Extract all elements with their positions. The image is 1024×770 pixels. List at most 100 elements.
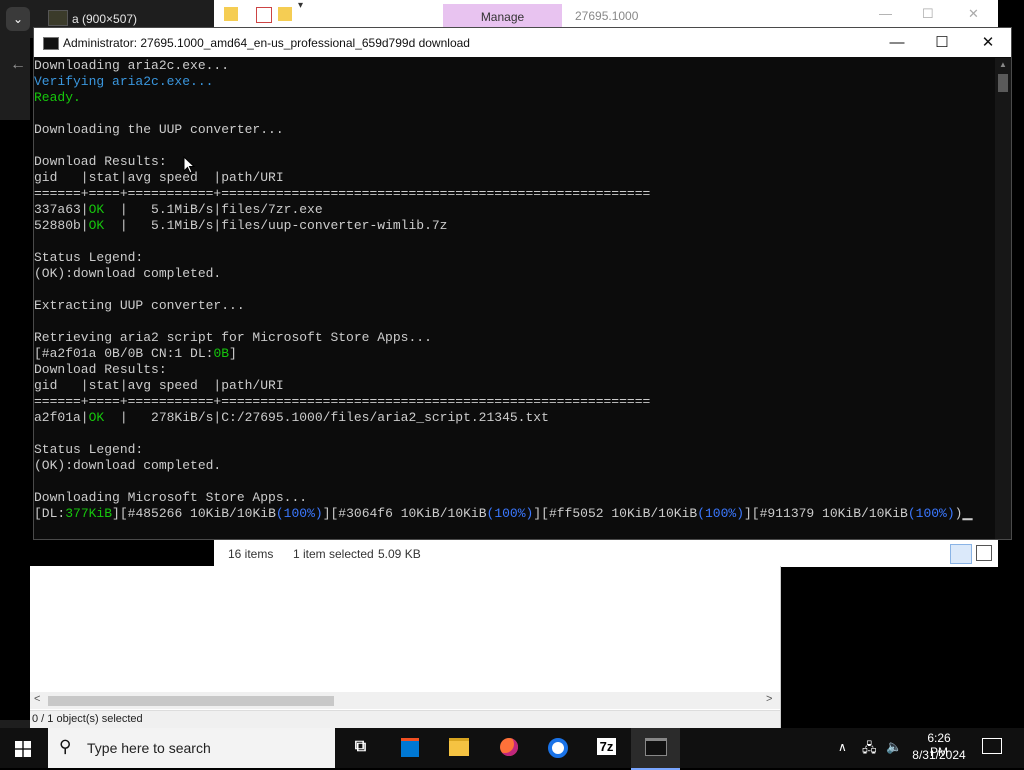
- scroll-right-icon[interactable]: >: [766, 693, 772, 705]
- tab-favicon-icon: [48, 10, 68, 26]
- minimize-button[interactable]: —: [874, 28, 920, 57]
- network-icon[interactable]: 🖧: [862, 739, 877, 761]
- console-line: Retrieving aria2 script for Microsoft St…: [34, 330, 994, 346]
- console-text: (100%): [486, 506, 534, 521]
- items-selected: 1 item selected: [293, 547, 374, 561]
- console-line: gid |stat|avg speed |path/URI: [34, 378, 994, 394]
- console-line: Downloading aria2c.exe...: [34, 58, 994, 74]
- explorer-maximize-icon[interactable]: ☐: [922, 6, 934, 22]
- store-button[interactable]: [385, 728, 434, 768]
- command-prompt-window[interactable]: Administrator: 27695.1000_amd64_en-us_pr…: [33, 27, 1012, 540]
- clock-date[interactable]: 8/31/2024: [912, 748, 966, 762]
- maximize-button[interactable]: ☐: [919, 28, 965, 57]
- scrollbar-thumb[interactable]: [998, 74, 1008, 92]
- close-button[interactable]: ✕: [965, 28, 1011, 57]
- mouse-pointer-icon: [183, 156, 195, 174]
- console-line: Verifying aria2c.exe...: [34, 74, 994, 90]
- console-text: ][: [322, 506, 339, 521]
- console-text: #485266 10KiB/10KiB: [127, 506, 276, 521]
- large-icons-view-icon[interactable]: [976, 545, 992, 561]
- browser-content-area: [0, 120, 30, 720]
- console-text: (100%): [907, 506, 955, 521]
- console-line: [DL:377KiB][#485266 10KiB/10KiB(100%)][#…: [34, 506, 994, 522]
- chrome-button[interactable]: [533, 728, 582, 768]
- cmd-icon: [644, 738, 667, 761]
- console-line: 337a63|OK | 5.1MiB/s|files/7zr.exe: [34, 202, 994, 218]
- show-hidden-icons-icon[interactable]: ∧: [838, 740, 847, 754]
- console-text: Status Legend:: [34, 442, 144, 457]
- console-text: (100%): [275, 506, 323, 521]
- console-text: ======+====+===========+================…: [34, 186, 651, 201]
- quick-access-dropdown-icon[interactable]: ▾: [298, 0, 303, 11]
- console-text: #ff5052 10KiB/10KiB: [548, 506, 698, 521]
- console-text: ][: [112, 506, 128, 521]
- start-button[interactable]: [0, 728, 48, 768]
- explorer-close-icon[interactable]: ✕: [968, 6, 979, 22]
- notifications-icon[interactable]: [982, 738, 1002, 754]
- console-text: #911379 10KiB/10KiB: [759, 506, 908, 521]
- console-text: | 5.1MiB/s|files/7zr.exe: [104, 202, 323, 217]
- cmd-titlebar[interactable]: Administrator: 27695.1000_amd64_en-us_pr…: [34, 28, 1011, 57]
- console-line: Download Results:: [34, 154, 994, 170]
- console-text: a2f01a|: [34, 410, 89, 425]
- console-text: 377KiB: [65, 506, 113, 521]
- console-text: Status Legend:: [34, 250, 144, 265]
- console-text: 0B: [213, 346, 230, 361]
- folder-icon[interactable]: [224, 7, 238, 21]
- tab-list-button[interactable]: ⌄: [6, 7, 30, 31]
- firefox-icon: [499, 738, 518, 761]
- console-text: Verifying aria2c.exe...: [34, 74, 214, 89]
- browser-sidebar: ⌄ ←: [0, 0, 30, 728]
- volume-muted-icon[interactable]: 🔈: [886, 739, 902, 755]
- console-line: Ready.: [34, 90, 994, 106]
- tab-title: a (900×507): [72, 12, 138, 26]
- selected-size: 5.09 KB: [378, 547, 421, 561]
- console-text: 52880b|: [34, 218, 89, 233]
- console-output[interactable]: Downloading aria2c.exe... Verifying aria2…: [34, 58, 994, 536]
- taskbar-search-box[interactable]: ⚲ Type here to search: [48, 728, 335, 768]
- console-text: OK: [88, 218, 105, 233]
- sevenzip-button[interactable]: 7z: [582, 728, 631, 768]
- cmd-taskbar-button[interactable]: [631, 728, 680, 770]
- explorer-minimize-icon[interactable]: —: [879, 6, 892, 21]
- vertical-scrollbar[interactable]: ▲: [995, 58, 1011, 539]
- scrollbar-thumb[interactable]: [48, 696, 334, 706]
- horizontal-scrollbar[interactable]: < >: [30, 692, 780, 709]
- back-arrow-icon[interactable]: ←: [10, 56, 26, 74]
- console-text: (100%): [697, 506, 744, 521]
- console-text: Extracting UUP converter...: [34, 298, 245, 313]
- properties-icon[interactable]: [256, 7, 272, 23]
- console-line: (OK):download completed.: [34, 266, 994, 282]
- task-view-button[interactable]: ⧉: [336, 728, 385, 768]
- console-line: gid |stat|avg speed |path/URI: [34, 170, 994, 186]
- scroll-up-icon[interactable]: ▲: [999, 60, 1007, 69]
- selection-status: 0 / 1 object(s) selected: [32, 713, 143, 725]
- console-text: (OK):download completed.: [34, 266, 222, 281]
- console-line: Status Legend:: [34, 250, 994, 266]
- cmd-app-icon[interactable]: [43, 37, 59, 50]
- explorer-taskbar-button[interactable]: [434, 728, 483, 768]
- console-line: 52880b|OK | 5.1MiB/s|files/uup-converter…: [34, 218, 994, 234]
- console-text: Download Results:: [34, 362, 167, 377]
- console-text: Retrieving aria2 script for Microsoft St…: [34, 330, 432, 345]
- firefox-button[interactable]: [484, 728, 533, 768]
- console-line: (OK):download completed.: [34, 458, 994, 474]
- new-folder-icon[interactable]: [278, 7, 292, 21]
- explorer-path-title: 27695.1000: [575, 9, 639, 23]
- chrome-icon: [547, 738, 568, 763]
- explorer-status-bar: 16 items 1 item selected 5.09 KB: [214, 538, 998, 567]
- console-text: gid |stat|avg speed |path/URI: [34, 378, 284, 393]
- console-line: Downloading Microsoft Store Apps...: [34, 490, 994, 506]
- scroll-left-icon[interactable]: <: [34, 693, 40, 705]
- task-view-icon: ⧉: [354, 738, 367, 755]
- taskbar: ⚲ Type here to search ⧉ 7z ∧ 🖧 🔈 6:26 PM…: [0, 728, 1024, 770]
- console-text: #3064f6 10KiB/10KiB: [338, 506, 487, 521]
- windows-logo-icon: [15, 741, 31, 757]
- manage-ribbon-tab[interactable]: Manage: [443, 4, 562, 28]
- folder-icon: [448, 738, 469, 761]
- details-view-icon[interactable]: [950, 544, 972, 564]
